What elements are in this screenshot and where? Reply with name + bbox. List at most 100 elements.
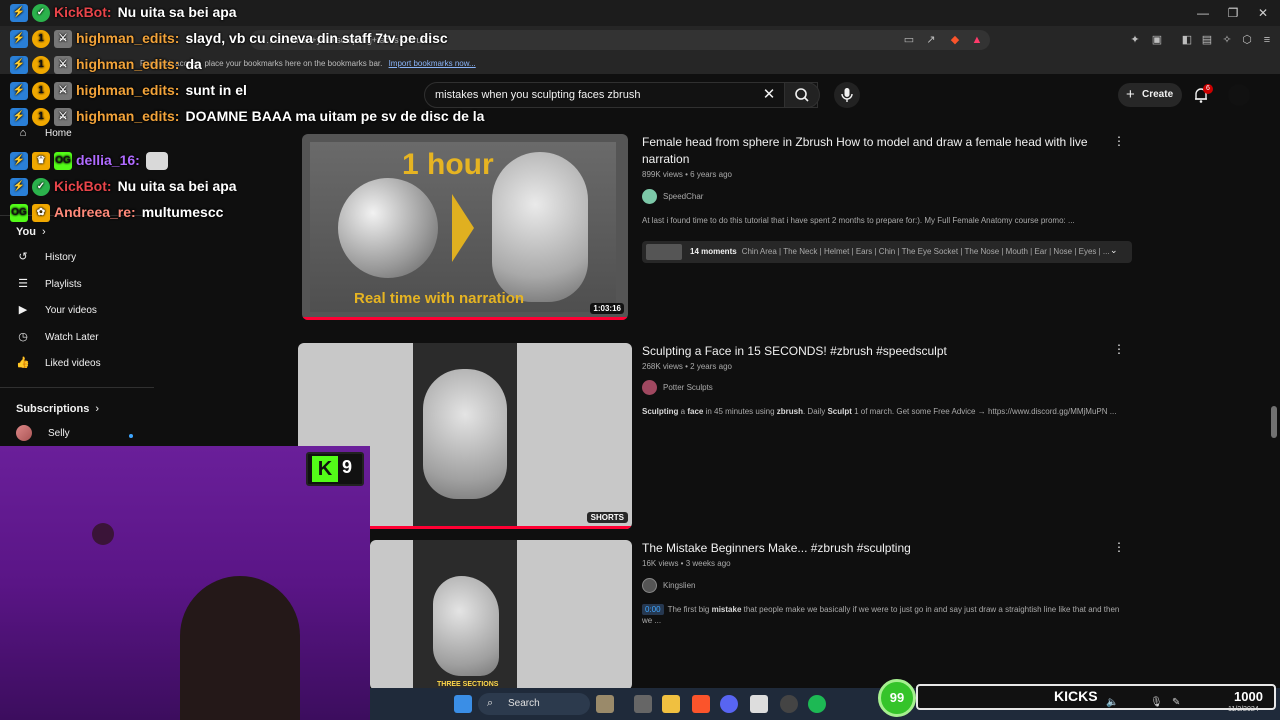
verified-badge-icon: ✓: [32, 4, 50, 23]
tab-icon[interactable]: ▤: [1200, 33, 1214, 47]
thumbs-up-icon: 👍: [16, 357, 30, 370]
7tv-badge-icon: ⚡: [10, 108, 28, 127]
file-explorer-icon[interactable]: [662, 695, 680, 713]
7tv-badge-icon: ⚡: [10, 30, 28, 49]
brave-browser-icon[interactable]: [692, 695, 710, 713]
more-options-icon[interactable]: ⋮: [1113, 342, 1125, 356]
sidebar-item-watch-later[interactable]: ◷ Watch Later: [16, 328, 98, 348]
verified-badge-icon: ✓: [32, 178, 50, 197]
sword-badge-icon: ⚔: [54, 56, 72, 75]
cat-emote-icon: [145, 152, 168, 171]
video-meta: 899K views • 6 years ago: [642, 170, 732, 179]
video-description: At last i found time to do this tutorial…: [642, 216, 1075, 225]
video-description: Sculpting a face in 45 minutes using zbr…: [642, 407, 1117, 416]
thumbnail-caption: Real time with narration: [354, 290, 525, 307]
menu-icon[interactable]: ≡: [1260, 33, 1274, 47]
clock-icon: ◷: [18, 331, 28, 344]
channel-link[interactable]: SpeedChar: [642, 189, 703, 205]
screen: — ❐ ✕ …es+when+you+sculpting+faces+zbrus…: [0, 0, 1280, 720]
channel-avatar: [16, 425, 32, 442]
video-title[interactable]: The Mistake Beginners Make... #zbrush #s…: [642, 540, 1112, 557]
mic-icon[interactable]: 🎙: [1150, 697, 1163, 708]
subscriber-badge-icon: 1: [32, 108, 50, 127]
wallet-icon[interactable]: ▣: [1150, 33, 1164, 47]
your-videos-icon: ▶: [18, 304, 28, 317]
more-options-icon[interactable]: ⋮: [1113, 134, 1125, 148]
video-title[interactable]: Female head from sphere in Zbrush How to…: [642, 134, 1112, 168]
clear-search-icon[interactable]: ✕: [760, 86, 778, 104]
sidebar-item-history[interactable]: ↺ History: [16, 248, 76, 268]
microphone-icon: [841, 88, 853, 102]
minimize-button[interactable]: —: [1188, 4, 1218, 22]
ceiling-light: [92, 523, 114, 545]
duration-badge: 1:03:16: [590, 303, 624, 314]
stream-chat-overlay: ⚡ ✓ KickBot: Nu uita sa bei apa ⚡ 1 ⚔ highman_…: [0, 0, 560, 230]
sword-badge-icon: ⚔: [54, 108, 72, 127]
sidebar-item-playlists[interactable]: ☰ Playlists: [16, 275, 82, 295]
channel-avatar: [642, 380, 657, 396]
spotify-icon[interactable]: [808, 695, 826, 713]
sidebar-item-your-videos[interactable]: ▶ Your videos: [16, 301, 97, 321]
chat-message: ⚡ 1 ⚔ highman_edits: slayd, vb cu cineva din…: [10, 27, 448, 49]
channel-avatar: [642, 189, 657, 205]
search-button[interactable]: [784, 82, 820, 108]
search-icon: [795, 88, 809, 102]
pen-icon[interactable]: ✎: [1172, 697, 1180, 708]
cast-icon[interactable]: ▭: [902, 33, 916, 47]
chevron-down-icon[interactable]: ⌄: [1110, 245, 1118, 256]
vpn-icon[interactable]: ⬡: [1240, 33, 1254, 47]
volume-icon[interactable]: 🔈: [1106, 697, 1118, 708]
key-moments-row[interactable]: 14 moments Chin Area | The Neck | Helmet …: [642, 241, 1132, 263]
moment-thumbnail: [646, 244, 682, 260]
voice-search-button[interactable]: [834, 82, 860, 108]
kick-logo-icon: K: [312, 456, 338, 482]
chapter-timestamp[interactable]: 0:00: [642, 604, 664, 615]
kicks-goal-label: KICKS: [1054, 688, 1098, 704]
og-badge-icon: OG: [10, 204, 28, 223]
zbrush-icon[interactable]: [750, 695, 768, 713]
history-icon: ↺: [18, 251, 28, 264]
head-sculpt-image: [423, 369, 507, 499]
og-badge-icon: OG: [54, 152, 72, 171]
sword-badge-icon: ⚔: [54, 30, 72, 49]
channel-avatar: [642, 578, 657, 594]
extensions-icon[interactable]: ✦: [1128, 33, 1142, 47]
close-window-button[interactable]: ✕: [1248, 4, 1278, 22]
playlists-icon: ☰: [18, 278, 28, 291]
obs-icon[interactable]: [780, 695, 798, 713]
subscriber-badge-icon: 1: [32, 56, 50, 75]
chat-message: OG ✿ Andreea_re: multumescc: [10, 201, 223, 223]
brave-rewards-icon[interactable]: ▲: [970, 33, 984, 47]
windows-start-icon[interactable]: [454, 695, 472, 713]
subscriber-badge-icon: 1: [32, 82, 50, 101]
taskbar-search[interactable]: Search: [478, 693, 590, 715]
maximize-button[interactable]: ❐: [1218, 4, 1248, 22]
channel-link[interactable]: Potter Sculpts: [642, 380, 713, 396]
discord-icon[interactable]: [720, 695, 738, 713]
kick-counter: 9: [342, 457, 353, 477]
account-avatar[interactable]: [1228, 84, 1250, 106]
fox-badge-icon: ✿: [32, 204, 50, 223]
sidebar-toggle-icon[interactable]: ◧: [1180, 33, 1194, 47]
crown-badge-icon: ♛: [32, 152, 50, 171]
share-icon[interactable]: ↗: [924, 33, 938, 47]
shorts-badge: SHORTS: [586, 512, 628, 523]
page-scrollbar[interactable]: [1271, 406, 1277, 438]
video-title[interactable]: Sculpting a Face in 15 SECONDS! #zbrush …: [642, 343, 1112, 360]
chat-message: ⚡ 1 ⚔ highman_edits: da: [10, 53, 202, 75]
leo-ai-icon[interactable]: ✧: [1220, 33, 1234, 47]
video-meta: 268K views • 2 years ago: [642, 362, 732, 371]
channel-link[interactable]: Kingslien: [642, 578, 695, 594]
brave-shield-icon[interactable]: ◆: [948, 33, 962, 47]
sidebar-subscriptions-heading[interactable]: Subscriptions ›: [16, 403, 99, 415]
sidebar-item-liked-videos[interactable]: 👍 Liked videos: [16, 354, 100, 374]
chat-message: ⚡ ✓ KickBot: Nu uita sa bei apa: [10, 175, 237, 197]
video-meta: 16K views • 3 weeks ago: [642, 559, 731, 568]
more-options-icon[interactable]: ⋮: [1113, 540, 1125, 554]
chat-message: ⚡ ♛ OG dellia_16:: [10, 149, 168, 171]
widget-icon[interactable]: [596, 695, 614, 713]
task-view-icon[interactable]: [634, 695, 652, 713]
7tv-badge-icon: ⚡: [10, 4, 28, 23]
sidebar-subscription-selly[interactable]: Selly: [16, 424, 70, 444]
video-thumbnail[interactable]: THREE SECTIONS: [370, 540, 632, 690]
